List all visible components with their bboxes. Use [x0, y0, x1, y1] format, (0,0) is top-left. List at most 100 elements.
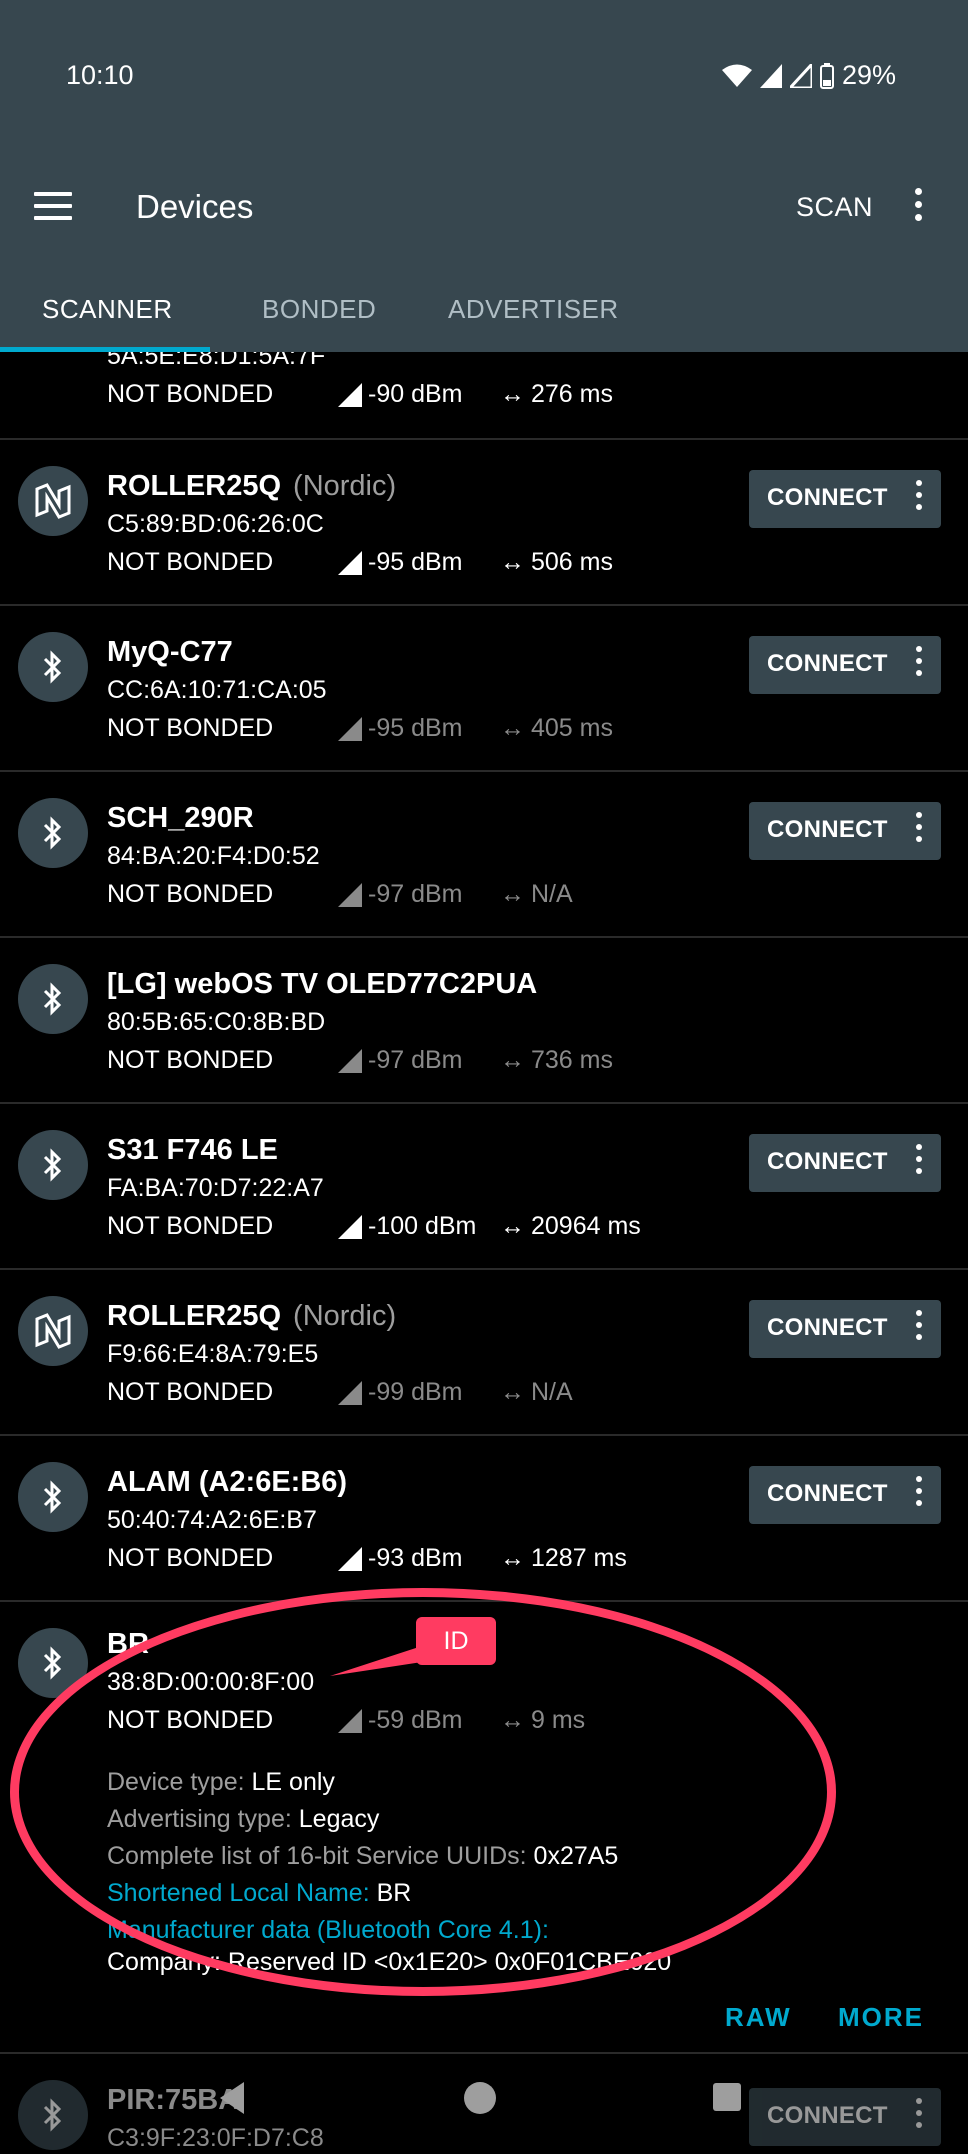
manufacturer-data-row: Manufacturer data (Bluetooth Core 4.1): [107, 1916, 549, 1945]
tab-scanner[interactable]: SCANNER [42, 294, 173, 325]
interval-icon: ↔ [500, 880, 525, 908]
more-vert-icon[interactable] [915, 1310, 923, 1346]
interval-value: N/A [531, 880, 573, 908]
bond-state: NOT BONDED [107, 1212, 274, 1240]
interval-value: 1287 ms [531, 1544, 627, 1572]
scan-button[interactable]: SCAN [796, 192, 873, 223]
rssi-value: -99 dBm [368, 1378, 463, 1406]
detail-key: Complete list of 16-bit Service UUIDs: [107, 1842, 527, 1870]
device-vendor: (Nordic) [293, 470, 397, 502]
more-vert-icon[interactable] [915, 1144, 923, 1180]
more-vert-icon[interactable] [915, 480, 923, 516]
list-item[interactable]: ALAM (A2:6E:B6) 50:40:74:A2:6E:B7 NOT BO… [0, 1436, 968, 1602]
navigation-bar [0, 2060, 968, 2146]
list-item[interactable]: MyQ-C77 CC:6A:10:71:CA:05 NOT BONDED -95… [0, 606, 968, 772]
cell-signal-icon [759, 63, 782, 88]
connect-button[interactable]: CONNECT [749, 636, 941, 694]
bond-state: NOT BONDED [107, 714, 274, 742]
local-name-row: Shortened Local Name: BR [107, 1879, 411, 1908]
manufacturer-data-value: Company: Reserved ID <0x1E20> 0x0F01CBE0… [107, 1948, 671, 1977]
bluetooth-icon [18, 632, 88, 702]
annotation-id-tag: ID [416, 1617, 496, 1665]
detail-value: 0x27A5 [533, 1842, 619, 1870]
signal-icon [338, 550, 362, 575]
connect-button[interactable]: CONNECT [749, 802, 941, 860]
bluetooth-icon [18, 1462, 88, 1532]
interval-icon: ↔ [500, 1212, 525, 1240]
more-vert-icon[interactable] [915, 646, 923, 682]
list-item[interactable]: SCH_290R 84:BA:20:F4:D0:52 NOT BONDED -9… [0, 772, 968, 938]
device-name: [LG] webOS TV OLED77C2PUA [107, 968, 538, 1000]
device-name: MyQ-C77 [107, 636, 233, 668]
annotation-pointer [330, 1646, 422, 1676]
signal-icon [338, 1708, 362, 1733]
nordic-icon [18, 466, 88, 536]
more-vert-icon[interactable] [915, 1476, 923, 1512]
interval: ↔ 20964 ms [500, 1212, 641, 1241]
interval-icon: ↔ [500, 1706, 525, 1734]
bond-state: NOT BONDED [107, 1046, 274, 1074]
device-address: 38:8D:00:00:8F:00 [107, 1668, 315, 1696]
rssi: -95 dBm [338, 714, 462, 743]
home-icon[interactable] [462, 2080, 498, 2116]
device-name: S31 F746 LE [107, 1134, 278, 1166]
rssi: -93 dBm [338, 1544, 462, 1573]
detail-key: Manufacturer data (Bluetooth Core 4.1): [107, 1916, 549, 1944]
battery-percent: 29% [841, 60, 896, 90]
detail-value: Legacy [298, 1805, 380, 1833]
list-item[interactable]: ROLLER25Q (Nordic) C5:89:BD:06:26:0C NOT … [0, 440, 968, 606]
device-name: ROLLER25Q (Nordic) [107, 470, 396, 503]
signal-icon [338, 1546, 362, 1571]
rssi-value: -93 dBm [368, 1544, 463, 1572]
interval-icon: ↔ [500, 1046, 525, 1074]
rssi-value: -95 dBm [368, 714, 463, 742]
interval-icon: ↔ [500, 1378, 525, 1406]
rssi-value: -100 dBm [368, 1212, 477, 1240]
list-item[interactable]: ROLLER25Q (Nordic) F9:66:E4:8A:79:E5 NOT … [0, 1270, 968, 1436]
rssi: -99 dBm [338, 1378, 462, 1407]
device-address: 50:40:74:A2:6E:B7 [107, 1506, 317, 1534]
bond-state: NOT BONDED [107, 1544, 274, 1572]
recents-icon[interactable] [712, 2082, 742, 2112]
signal-icon [338, 882, 362, 907]
rssi-value: -97 dBm [368, 1046, 463, 1074]
back-icon[interactable] [216, 2080, 246, 2116]
interval-value: 276 ms [531, 380, 613, 408]
device-name: ROLLER25Q (Nordic) [107, 1300, 396, 1333]
detail-value: Company: Reserved ID <0x1E20> 0x0F01CBE0… [107, 1948, 672, 1976]
list-item-expanded[interactable]: BR 38:8D:00:00:8F:00 NOT BONDED -59 dBm … [0, 1602, 968, 2054]
bluetooth-icon [18, 1130, 88, 1200]
device-vendor: (Nordic) [293, 1300, 397, 1332]
interval: ↔ 1287 ms [500, 1544, 627, 1573]
overflow-menu-icon[interactable] [906, 188, 930, 228]
nordic-icon [18, 1296, 88, 1366]
rssi: -95 dBm [338, 548, 462, 577]
more-button[interactable]: MORE [838, 2002, 924, 2033]
connect-button[interactable]: CONNECT [749, 1466, 941, 1524]
interval-icon: ↔ [500, 1544, 525, 1572]
more-vert-icon[interactable] [915, 812, 923, 848]
bond-state: NOT BONDED [107, 1378, 274, 1406]
app-bar: 10:10 29% Devices SCAN SCANNER BONDED AD… [0, 0, 968, 352]
battery-icon [819, 62, 834, 89]
device-address: 80:5B:65:C0:8B:BD [107, 1008, 326, 1036]
connect-button[interactable]: CONNECT [749, 1300, 941, 1358]
device-address: CC:6A:10:71:CA:05 [107, 676, 327, 704]
bluetooth-icon [18, 964, 88, 1034]
advertising-type-row: Advertising type: Legacy [107, 1805, 379, 1834]
rssi: -97 dBm [338, 880, 462, 909]
device-name: SCH_290R [107, 802, 254, 834]
list-item[interactable]: [LG] webOS TV OLED77C2PUA 80:5B:65:C0:8B… [0, 938, 968, 1104]
connect-button[interactable]: CONNECT [749, 1134, 941, 1192]
tab-bonded[interactable]: BONDED [262, 294, 376, 325]
connect-button[interactable]: CONNECT [749, 470, 941, 528]
interval: ↔ N/A [500, 880, 573, 909]
tab-advertiser[interactable]: ADVERTISER [448, 294, 619, 325]
menu-icon[interactable] [34, 192, 72, 220]
device-address: 84:BA:20:F4:D0:52 [107, 842, 320, 870]
rssi-value: -97 dBm [368, 880, 463, 908]
list-item[interactable]: S31 F746 LE FA:BA:70:D7:22:A7 NOT BONDED… [0, 1104, 968, 1270]
interval-icon: ↔ [500, 714, 525, 742]
raw-button[interactable]: RAW [725, 2002, 792, 2033]
tab-indicator [0, 347, 210, 352]
